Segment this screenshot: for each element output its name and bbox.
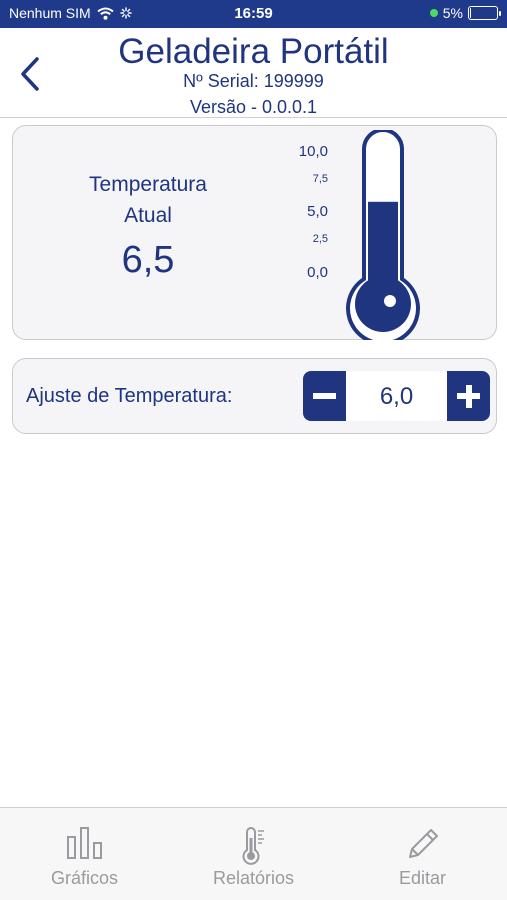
tab-label: Gráficos xyxy=(50,868,119,888)
tab-bar: Gráficos Relatórios Editar xyxy=(0,807,507,900)
tab-label: Relatórios xyxy=(212,868,295,888)
current-temperature-value: 6,5 xyxy=(121,239,175,281)
tab-graficos[interactable]: Gráficos xyxy=(0,808,169,900)
battery-icon xyxy=(468,6,501,20)
current-temperature-label-line1: Temperatura xyxy=(89,173,207,196)
scale-label-0: 0,0 xyxy=(307,264,328,281)
tab-editar[interactable]: Editar xyxy=(338,808,507,900)
scale-label-5: 5,0 xyxy=(307,203,328,220)
version-label: Versão - 0.0.0.1 xyxy=(189,97,318,117)
temperature-stepper[interactable]: 6,0 xyxy=(303,371,490,421)
status-right: 5% xyxy=(429,5,501,21)
thermometer-icon xyxy=(346,130,420,340)
bar-chart-icon xyxy=(66,827,102,859)
current-temperature-label-line2: Atual xyxy=(124,204,172,227)
thermometer-icon xyxy=(242,827,264,865)
temperature-setpoint-value: 6,0 xyxy=(379,383,414,410)
tab-relatorios[interactable]: Relatórios xyxy=(169,808,338,900)
minus-icon xyxy=(313,393,336,399)
current-temperature-label: Temperatura Atual xyxy=(53,169,243,231)
status-bar: Nenhum SIM 16:59 5% xyxy=(0,0,507,28)
serial-number: Nº Serial: 199999 xyxy=(183,71,324,91)
page-title: Geladeira Portátil xyxy=(118,32,389,71)
thermometer-fill xyxy=(368,201,398,298)
temperature-adjust-card: Ajuste de Temperatura: 6,0 xyxy=(12,358,497,434)
battery-fill xyxy=(470,8,471,18)
location-dot-icon xyxy=(429,9,438,17)
battery-percent: 5% xyxy=(442,5,463,21)
scale-label-10: 10,0 xyxy=(298,143,328,160)
decrease-button[interactable] xyxy=(303,371,346,421)
increase-button[interactable] xyxy=(447,371,490,421)
scale-label-2-5: 2,5 xyxy=(312,233,328,245)
temperature-adjust-label: Ajuste de Temperatura: xyxy=(26,385,233,407)
scale-label-7-5: 7,5 xyxy=(312,173,328,185)
pencil-icon xyxy=(408,829,438,858)
temperature-card: Temperatura Atual 6,5 10,0 7,5 5,0 2,5 0… xyxy=(12,125,497,340)
tab-label: Editar xyxy=(398,868,447,888)
header: Geladeira Portátil Nº Serial: 199999 Ver… xyxy=(0,28,507,118)
